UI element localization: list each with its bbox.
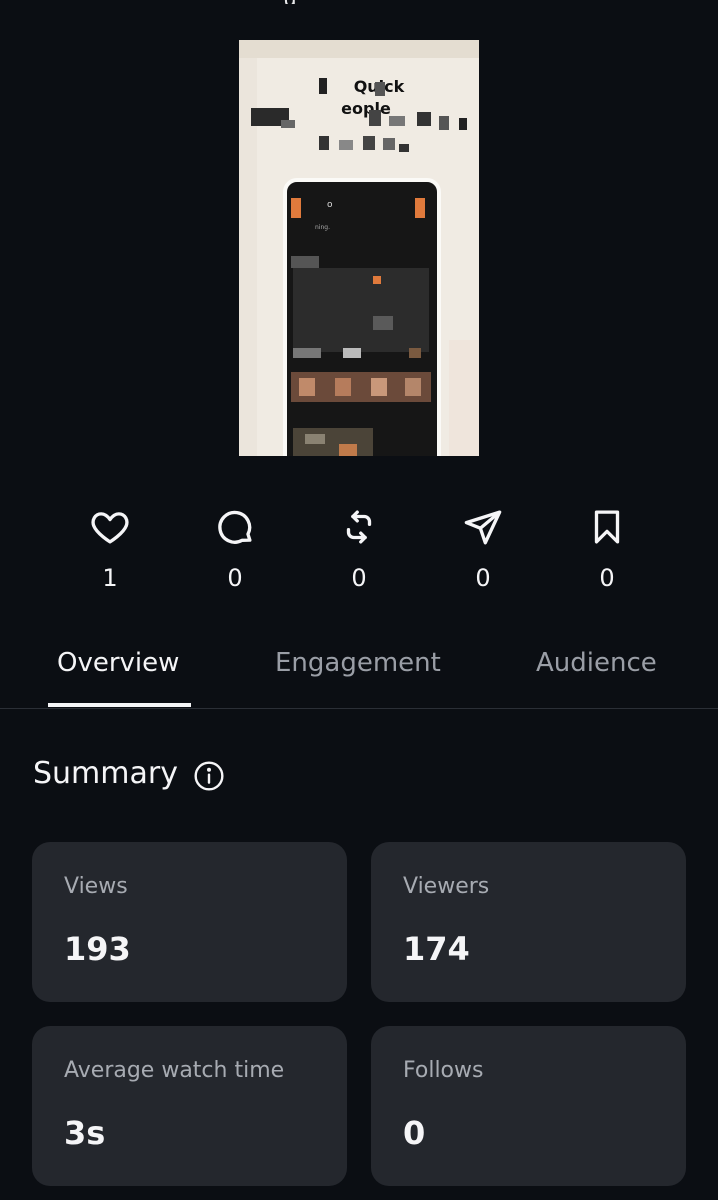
average-watch-time-card: Average watch time 3s [32, 1026, 347, 1186]
pixelation-block [363, 136, 375, 150]
reposts-stat[interactable]: 0 [319, 506, 399, 592]
pixelation-block [291, 256, 319, 268]
repost-icon [346, 510, 372, 544]
pixelation-block [293, 348, 321, 358]
pixelation-block [299, 378, 315, 396]
video-thumbnail[interactable]: Quick eople o ning. [239, 40, 479, 456]
pixelation-block [291, 198, 301, 218]
comments-stat[interactable]: 0 [195, 506, 275, 592]
pixelation-block [339, 444, 357, 456]
pixelation-block [415, 198, 425, 218]
info-icon[interactable] [193, 760, 225, 792]
saves-count: 0 [599, 564, 615, 592]
phone-text: o [327, 200, 333, 210]
pixelation-block [405, 378, 421, 396]
tab-audience[interactable]: Audience [536, 648, 657, 678]
pixelation-block [319, 78, 327, 94]
shares-stat[interactable]: 0 [443, 506, 523, 592]
likes-count: 1 [102, 564, 118, 592]
summary-heading: Summary [33, 756, 178, 791]
pixelation-block [459, 118, 467, 130]
likes-stat[interactable]: 1 [70, 506, 150, 592]
pixelation-block [335, 378, 351, 396]
pixelation-block [281, 120, 295, 128]
follows-value: 0 [403, 1114, 426, 1152]
pixelation-block [305, 434, 325, 444]
pixelation-block [375, 82, 385, 96]
pixelation-block [293, 268, 429, 352]
average-watch-time-label: Average watch time [64, 1058, 285, 1083]
thumbnail-caption-line1: Quick [239, 76, 479, 98]
pixelation-block [371, 378, 387, 396]
views-label: Views [64, 874, 128, 899]
pixelation-block [409, 348, 421, 358]
pixelation-block [373, 276, 381, 284]
header-title-cutoff: g [284, 0, 324, 4]
insights-tabs: Overview Engagement Audience [0, 630, 718, 709]
follows-card: Follows 0 [371, 1026, 686, 1186]
viewers-label: Viewers [403, 874, 490, 899]
pixelation-block [399, 144, 409, 152]
phone-mockup: o ning. [283, 178, 441, 456]
pixelation-block [439, 116, 449, 130]
bookmark-icon [594, 510, 620, 544]
pixelation-block [343, 348, 361, 358]
shares-count: 0 [475, 564, 491, 592]
pixelation-block [373, 316, 393, 330]
pixelation-block [339, 140, 353, 150]
pixelation-block [389, 116, 405, 126]
post-actions-bar: 1 0 0 0 0 [0, 506, 718, 606]
viewers-card: Viewers 174 [371, 842, 686, 1002]
saves-stat[interactable]: 0 [567, 506, 647, 592]
tab-engagement[interactable]: Engagement [275, 648, 441, 678]
pixelation-block [319, 136, 329, 150]
viewers-value: 174 [403, 930, 470, 968]
views-value: 193 [64, 930, 131, 968]
active-tab-indicator [48, 703, 191, 707]
pixelation-block [417, 112, 431, 126]
phone-text: ning. [315, 224, 330, 231]
follows-label: Follows [403, 1058, 484, 1083]
heart-icon [91, 512, 129, 544]
average-watch-time-value: 3s [64, 1114, 106, 1152]
views-card: Views 193 [32, 842, 347, 1002]
reposts-count: 0 [351, 564, 367, 592]
comment-icon [218, 510, 252, 544]
thumbnail-texture [239, 40, 479, 58]
thumbnail-texture [449, 340, 479, 456]
send-icon [464, 510, 502, 545]
pixelation-block [383, 138, 395, 150]
tab-overview[interactable]: Overview [57, 648, 179, 678]
comments-count: 0 [227, 564, 243, 592]
pixelation-block [369, 110, 381, 126]
